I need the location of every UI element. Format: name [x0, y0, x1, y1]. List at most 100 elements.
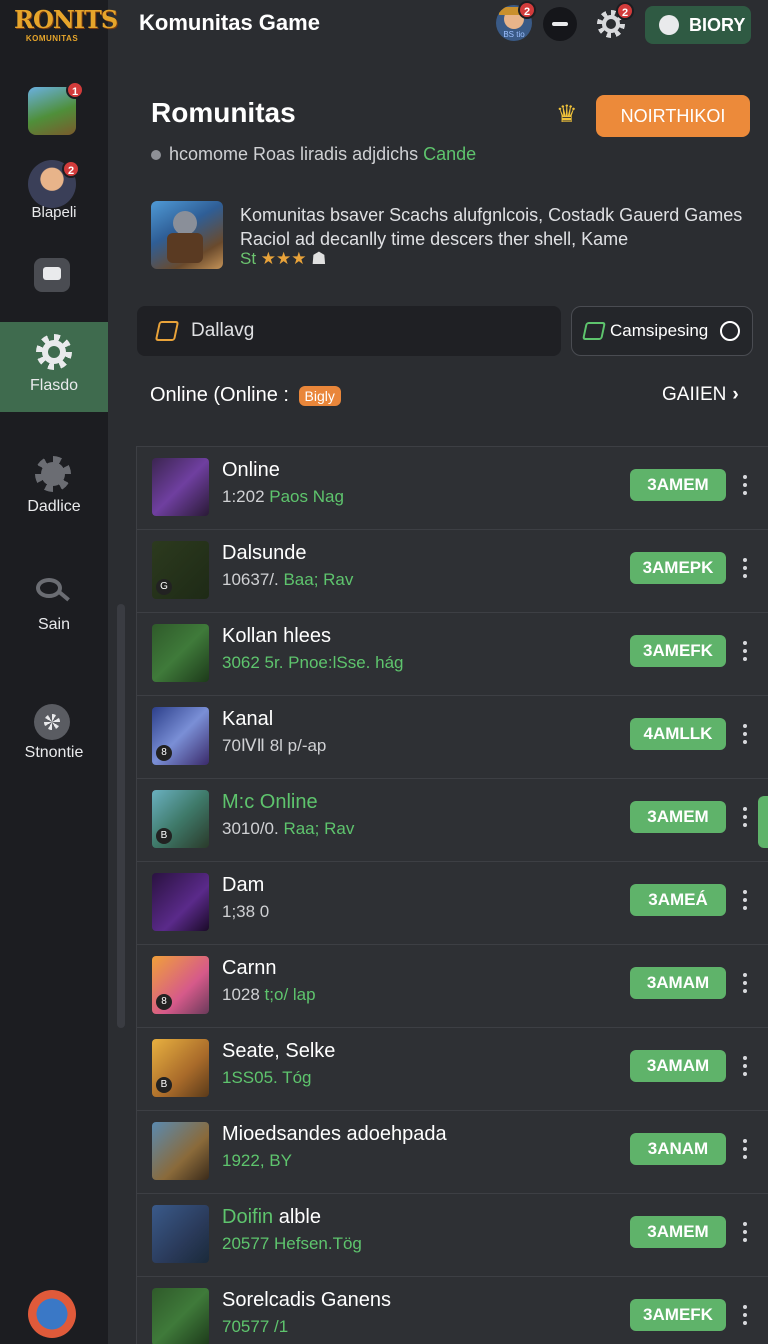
more-vertical-icon[interactable] — [740, 1301, 750, 1331]
game-list-row[interactable]: Sorelcadis Ganens 70577 /1 3AMEFK — [137, 1277, 768, 1344]
search-icon-handle — [58, 590, 70, 602]
game-meta: 70ⅣⅡ 8l p/-ap — [222, 736, 327, 755]
app-title: Komunitas Game — [139, 10, 320, 35]
join-button[interactable]: 3AMEM — [630, 469, 726, 501]
game-thumbnail: 8 — [152, 707, 209, 765]
more-vertical-icon[interactable] — [740, 1052, 750, 1082]
game-thumbnail: B — [152, 1039, 209, 1097]
join-button[interactable]: 3AMAM — [630, 1050, 726, 1082]
game-list-row[interactable]: 8 Carnn 1028 t;o/ lap 3AMAM — [137, 945, 768, 1028]
more-vertical-icon[interactable] — [740, 886, 750, 916]
settings-icon — [34, 704, 70, 740]
game-list-row[interactable]: G Dalsunde 10637/. Baa; Rav 3AMEPK — [137, 530, 768, 613]
more-vertical-icon[interactable] — [740, 969, 750, 999]
more-vertical-icon[interactable] — [740, 1218, 750, 1248]
sidebar-item-label: Dadlice — [27, 498, 81, 515]
thumbnail-tag: G — [156, 579, 172, 595]
game-meta: 3010/0. Raa; Rav — [222, 819, 355, 838]
chevron-right-icon: › — [732, 384, 739, 405]
game-meta: 20577 Hefsen.Tög — [222, 1234, 362, 1253]
rating-stars: ★★★ — [260, 249, 307, 268]
sidebar-item-label-2: Blapeli — [31, 204, 77, 221]
join-button[interactable]: 3AMEPK — [630, 552, 726, 584]
chat-icon[interactable] — [34, 258, 70, 292]
game-list-row[interactable]: Kollan hlees 3062 5r. Pnoe:lSse. hág 3AMEF… — [137, 613, 768, 696]
game-meta: 1SS05. Tóg — [222, 1068, 312, 1087]
game-list-row[interactable]: B M:c Online 3010/0. Raa; Rav 3AMEM — [137, 779, 768, 862]
minus-icon[interactable] — [543, 7, 577, 41]
join-button[interactable]: 4AMLLK — [630, 718, 726, 750]
game-thumbnail — [152, 458, 209, 516]
join-button[interactable]: 3AMEFK — [630, 635, 726, 667]
community-title: Romunitas — [151, 97, 296, 128]
community-thumbnail — [151, 201, 223, 269]
top-action-label: BIORY — [689, 15, 746, 35]
sidebar-item-label: Stnontie — [24, 744, 84, 761]
sidebar-item-label: Sain — [37, 616, 71, 633]
game-list-row[interactable]: 8 Kanal 70ⅣⅡ 8l p/-ap 4AMLLK — [137, 696, 768, 779]
game-thumbnail — [152, 1205, 209, 1263]
game-name: Kanal — [222, 708, 274, 730]
join-button[interactable]: 3AMEM — [630, 1216, 726, 1248]
game-name-highlight: Doifin — [222, 1206, 274, 1228]
thumbnail-tag: B — [156, 828, 172, 844]
filter-camsipesing-button[interactable]: Camsipesing — [571, 306, 753, 356]
game-name: Seate, Selke — [222, 1040, 336, 1062]
app-logo[interactable]: RONITS KOMUNITAS — [14, 5, 118, 52]
join-button[interactable]: 3ANAM — [630, 1133, 726, 1165]
list-edge-handle[interactable] — [758, 796, 768, 848]
see-all-link[interactable]: GAIIEN › — [662, 384, 739, 406]
tag-icon — [582, 322, 606, 340]
game-meta: 70577 /1 — [222, 1317, 289, 1336]
sidebar-badge-1: 1 — [66, 81, 84, 99]
profile-badge: 2 — [518, 1, 536, 19]
sidebar: RONITS KOMUNITAS 1 2 Blapeli Flasdo Dadl… — [0, 0, 118, 1344]
game-meta: 1028 t;o/ lap — [222, 985, 316, 1004]
join-button[interactable]: 3AMEÁ — [630, 884, 726, 916]
game-name: Dalsunde — [222, 542, 307, 564]
game-list-row[interactable]: Doifin alble 20577 Hefsen.Tög 3AMEM — [137, 1194, 768, 1277]
game-thumbnail — [152, 624, 209, 682]
filter-dallavg-button[interactable]: Dallavg — [137, 306, 561, 356]
thumbnail-tag: 8 — [156, 994, 172, 1010]
game-meta: 3062 5r. Pnoe:lSse. hág — [222, 653, 404, 672]
sidebar-scrollbar[interactable] — [117, 604, 125, 1028]
profile-caption: BS tio — [503, 30, 525, 39]
game-list: Online 1:202 Paos Nag 3AMEM G Dalsunde 10637/… — [136, 446, 768, 1344]
join-button[interactable]: 3AMEM — [630, 801, 726, 833]
primary-action-button[interactable]: NOIRTHIKOI — [596, 95, 750, 137]
more-vertical-icon[interactable] — [740, 1135, 750, 1165]
more-vertical-icon[interactable] — [740, 803, 750, 833]
more-vertical-icon[interactable] — [740, 554, 750, 584]
settings-badge: 2 — [616, 2, 634, 20]
game-list-row[interactable]: Mioedsandes adoehpada 1922, BY 3ANAM — [137, 1111, 768, 1194]
join-button[interactable]: 3AMAM — [630, 967, 726, 999]
user-avatar[interactable] — [28, 1290, 76, 1338]
game-list-row[interactable]: Online 1:202 Paos Nag 3AMEM — [137, 447, 768, 530]
search-icon — [36, 578, 62, 598]
game-list-row[interactable]: Dam 1;38 0 3AMEÁ — [137, 862, 768, 945]
sidebar-badge-2: 2 — [62, 160, 80, 178]
join-button[interactable]: 3AMEFK — [630, 1299, 726, 1331]
community-subtitle: hcomome Roas liradis adjdichs Cande — [151, 144, 476, 165]
game-name: Carnn — [222, 957, 277, 979]
status-dot — [151, 150, 161, 161]
game-meta: 1;38 0 — [222, 902, 270, 921]
logo-main-text: RONITS — [14, 5, 118, 34]
game-thumbnail — [152, 1288, 209, 1344]
sidebar-item-flasdo[interactable]: Flasdo — [0, 322, 108, 412]
more-vertical-icon[interactable] — [740, 720, 750, 750]
more-vertical-icon[interactable] — [740, 637, 750, 667]
top-action-button[interactable]: BIORY — [645, 6, 751, 44]
game-thumbnail — [152, 873, 209, 931]
thumbnail-tag: 8 — [156, 745, 172, 761]
game-name: Sorelcadis Ganens — [222, 1289, 391, 1311]
game-thumbnail: B — [152, 790, 209, 848]
sidebar-item-label: Flasdo — [29, 377, 79, 394]
game-name: Mioedsandes adoehpada — [222, 1123, 447, 1145]
chat-bubble-icon — [659, 15, 679, 35]
more-vertical-icon[interactable] — [740, 471, 750, 501]
game-thumbnail: G — [152, 541, 209, 599]
game-list-row[interactable]: B Seate, Selke 1SS05. Tóg 3AMAM — [137, 1028, 768, 1111]
game-name: Kollan hlees — [222, 625, 331, 647]
